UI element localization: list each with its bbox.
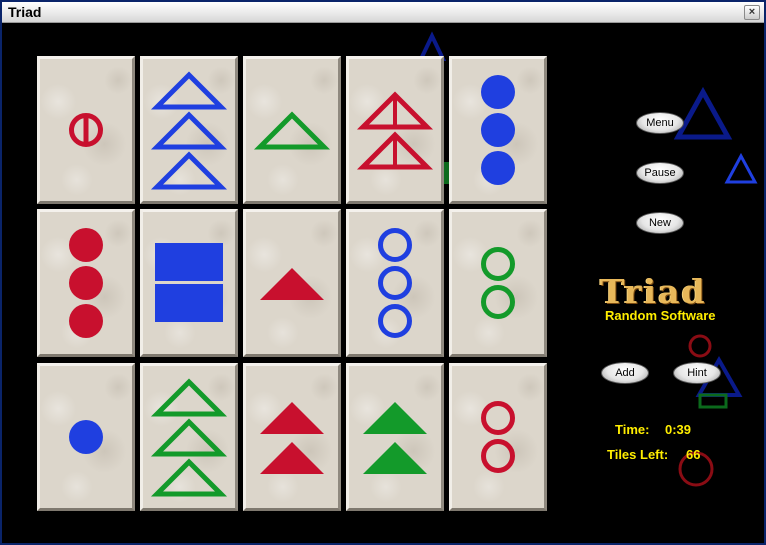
card-tile[interactable] (346, 363, 444, 511)
hint-button[interactable]: Hint (673, 362, 721, 384)
publisher-label: Random Software (605, 308, 716, 323)
circle-icon (69, 228, 103, 262)
circle-icon (69, 304, 103, 338)
card-symbols (69, 420, 103, 454)
card-tile[interactable] (346, 209, 444, 357)
card-symbols (356, 91, 434, 170)
circle-icon (481, 151, 515, 185)
time-label: Time: (615, 422, 650, 437)
card-tile[interactable] (346, 56, 444, 204)
triangle-icon (260, 268, 324, 300)
deco-circle-icon (688, 334, 712, 358)
triangle-icon (363, 442, 427, 474)
card-symbols (378, 228, 412, 338)
card-symbols (481, 401, 515, 473)
card-symbols (260, 268, 324, 300)
card-tile[interactable] (37, 56, 135, 204)
game-window: Triad × Menu Pause New Triad Random Soft… (0, 0, 766, 545)
card-tile[interactable] (37, 209, 135, 357)
game-board: Menu Pause New Triad Random Software Add… (2, 22, 764, 543)
circle-icon (481, 113, 515, 147)
new-game-button[interactable]: New (636, 212, 684, 234)
circle-icon (481, 439, 515, 473)
card-tile[interactable] (37, 363, 135, 511)
card-symbols (253, 111, 331, 150)
card-symbols (150, 71, 228, 190)
card-symbols (481, 75, 515, 185)
square-icon (155, 284, 223, 322)
circle-icon (481, 401, 515, 435)
triad-logo: Triad (600, 272, 707, 311)
card-symbols (155, 243, 223, 322)
card-symbols (69, 113, 103, 147)
card-tile[interactable] (449, 209, 547, 357)
triangle-icon (363, 402, 427, 434)
card-symbols (69, 228, 103, 338)
circle-icon (378, 228, 412, 262)
card-symbols (481, 247, 515, 319)
triangle-icon (150, 458, 228, 497)
card-tile[interactable] (449, 363, 547, 511)
title-bar: Triad × (2, 2, 764, 23)
card-tile[interactable] (140, 209, 238, 357)
triangle-icon (150, 418, 228, 457)
card-tile[interactable] (140, 363, 238, 511)
triangle-icon (253, 111, 331, 150)
card-tile[interactable] (449, 56, 547, 204)
circle-icon (69, 420, 103, 454)
deco-triangle-icon (673, 86, 733, 140)
triangle-icon (260, 402, 324, 434)
window-title: Triad (8, 4, 42, 20)
triangle-icon (150, 378, 228, 417)
circle-icon (378, 304, 412, 338)
card-tile[interactable] (140, 56, 238, 204)
card-symbols (150, 378, 228, 497)
triangle-icon (150, 71, 228, 110)
tiles-left-value: 66 (686, 447, 701, 462)
circle-icon (481, 75, 515, 109)
add-button[interactable]: Add (601, 362, 649, 384)
circle-icon (481, 285, 515, 319)
card-symbols (363, 402, 427, 474)
card-tile[interactable] (243, 363, 341, 511)
card-tile[interactable] (243, 56, 341, 204)
time-value: 0:39 (665, 422, 692, 437)
menu-button[interactable]: Menu (636, 112, 684, 134)
card-symbols (260, 402, 324, 474)
triangle-icon (260, 442, 324, 474)
pause-button[interactable]: Pause (636, 162, 684, 184)
triangle-icon (150, 151, 228, 190)
deco-triangle-icon (724, 152, 758, 184)
close-button[interactable]: × (744, 5, 760, 20)
circle-icon (69, 266, 103, 300)
tiles-left-label: Tiles Left: (607, 447, 669, 462)
card-tile[interactable] (243, 209, 341, 357)
circle-icon (481, 247, 515, 281)
circle-icon (378, 266, 412, 300)
triangle-icon (150, 111, 228, 150)
square-icon (155, 243, 223, 281)
